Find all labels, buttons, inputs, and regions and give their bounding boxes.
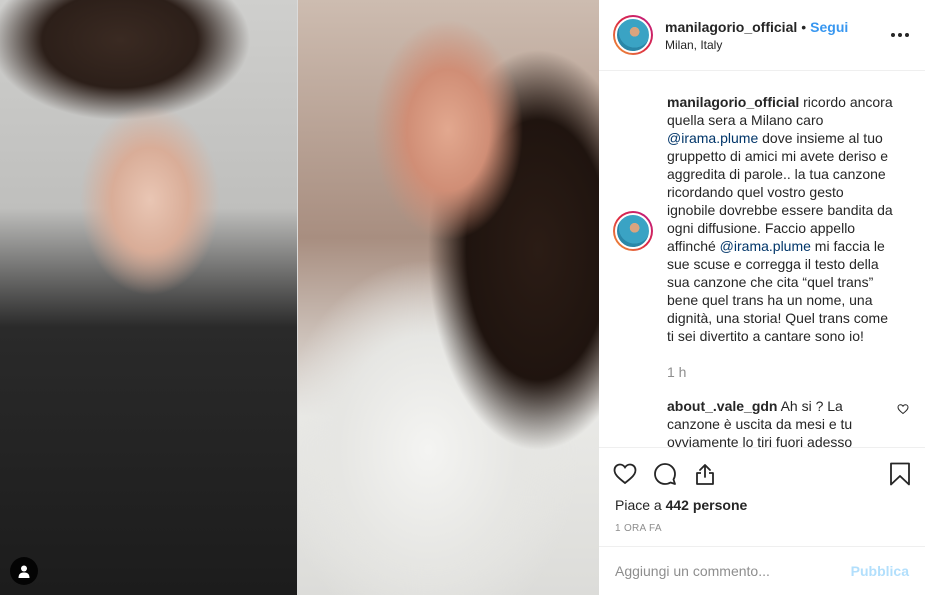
comments-list[interactable]: manilagorio_official ricordo ancora quel…: [599, 71, 925, 447]
author-avatar[interactable]: [613, 15, 653, 56]
add-comment-bar: Aggiungi un commento... Pubblica: [599, 545, 925, 595]
comment-text: about_.vale_gdn Ah si ? La canzone è usc…: [667, 397, 867, 447]
bookmark-icon: [890, 462, 910, 486]
caption-text-part-2: dove insieme al tuo gruppetto di amici m…: [667, 130, 893, 255]
tagged-users-button[interactable]: [10, 557, 38, 585]
post-sidebar: manilagorio_official • Segui Milan, Ital…: [599, 0, 925, 595]
heart-icon[interactable]: [897, 403, 909, 415]
mention-link[interactable]: @irama.plume: [720, 238, 811, 254]
caption-timestamp[interactable]: 1 h: [667, 363, 893, 381]
caption-comment: manilagorio_official ricordo ancora quel…: [613, 93, 909, 381]
follow-button[interactable]: Segui: [810, 19, 848, 35]
separator-dot: •: [801, 18, 807, 35]
user-icon: [18, 565, 30, 578]
more-horizontal-icon[interactable]: [891, 33, 909, 38]
comment-input[interactable]: Aggiungi un commento...: [615, 563, 770, 579]
post-location[interactable]: Milan, Italy: [665, 38, 848, 52]
caption-username[interactable]: manilagorio_official: [667, 94, 799, 110]
save-button[interactable]: [889, 462, 911, 486]
likes-count[interactable]: Piace a 442 persone: [599, 497, 925, 513]
share-icon: [696, 464, 714, 486]
comment-icon: [654, 463, 676, 486]
comment-item: about_.vale_gdn Ah si ? La canzone è usc…: [613, 397, 909, 447]
photo-right: [297, 0, 599, 595]
publish-button[interactable]: Pubblica: [851, 563, 909, 579]
comment-button[interactable]: [653, 462, 677, 486]
post-timestamp[interactable]: 1 ORA FA: [599, 523, 925, 534]
caption-avatar[interactable]: [613, 211, 653, 252]
action-bar: [599, 447, 925, 500]
share-button[interactable]: [693, 462, 717, 486]
instagram-post: manilagorio_official • Segui Milan, Ital…: [0, 0, 926, 595]
mention-link[interactable]: @irama.plume: [667, 130, 758, 146]
post-media[interactable]: [0, 0, 599, 595]
author-username[interactable]: manilagorio_official: [665, 19, 797, 35]
photo-left: [0, 0, 297, 595]
caption-text: manilagorio_official ricordo ancora quel…: [667, 93, 893, 381]
comment-username[interactable]: about_.vale_gdn: [667, 398, 777, 414]
post-header: manilagorio_official • Segui Milan, Ital…: [599, 0, 925, 72]
like-button[interactable]: [613, 462, 637, 486]
heart-icon: [613, 463, 637, 485]
